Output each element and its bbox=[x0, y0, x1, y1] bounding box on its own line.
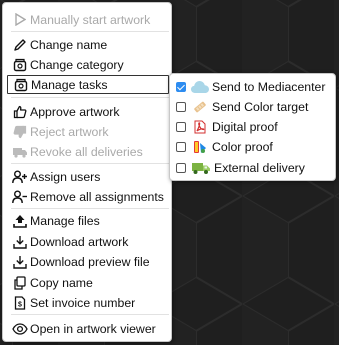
menu-item-label: Remove all assignments bbox=[30, 189, 164, 204]
submenu-item-label: Color proof bbox=[212, 140, 273, 154]
pencil-icon bbox=[11, 37, 28, 53]
send-color-target-checkbox[interactable] bbox=[176, 102, 186, 112]
menu-item-manually-start-artwork[interactable]: Manually start artwork bbox=[7, 10, 169, 29]
revoke-deliveries-icon bbox=[11, 144, 28, 160]
menu-item-change-category[interactable]: Change category bbox=[7, 55, 169, 74]
copy-icon bbox=[11, 275, 28, 291]
submenu-item-label: Send to Mediacenter bbox=[212, 80, 326, 94]
menu-item-label: Download preview file bbox=[30, 254, 150, 269]
cloud-icon bbox=[190, 79, 210, 95]
menu-item-label: Reject artwork bbox=[30, 124, 109, 139]
submenu-item-color-proof[interactable]: Color proof bbox=[176, 138, 332, 156]
tasks-submenu: Send to Mediacenter Send Color target Di… bbox=[169, 73, 336, 181]
menu-item-approve-artwork[interactable]: Approve artwork bbox=[7, 102, 169, 121]
separator bbox=[11, 208, 169, 209]
submenu-item-label: Digital proof bbox=[212, 120, 278, 134]
upload-icon bbox=[11, 213, 28, 229]
submenu-item-digital-proof[interactable]: Digital proof bbox=[176, 118, 332, 136]
send-to-mediacenter-checkbox[interactable] bbox=[176, 82, 186, 92]
invoice-icon: $ bbox=[11, 295, 28, 311]
separator bbox=[11, 163, 169, 164]
menu-item-copy-name[interactable]: Copy name bbox=[7, 273, 169, 292]
user-minus-icon bbox=[11, 189, 28, 205]
separator bbox=[11, 97, 169, 98]
submenu-item-label: External delivery bbox=[214, 161, 305, 175]
menu-item-label: Manually start artwork bbox=[30, 12, 151, 27]
submenu-item-label: Send Color target bbox=[212, 100, 309, 114]
user-plus-icon bbox=[11, 169, 28, 185]
color-proof-icon bbox=[190, 139, 210, 155]
eye-icon bbox=[11, 321, 28, 337]
svg-text:$: $ bbox=[18, 301, 22, 308]
menu-item-assign-users[interactable]: Assign users bbox=[7, 167, 169, 186]
menu-item-open-in-artwork-viewer[interactable]: Open in artwork viewer bbox=[7, 319, 169, 338]
menu-item-manage-files[interactable]: Manage files bbox=[7, 211, 169, 230]
external-delivery-checkbox[interactable] bbox=[176, 163, 186, 173]
color-target-icon bbox=[190, 99, 210, 115]
submenu-item-send-color-target[interactable]: Send Color target bbox=[176, 98, 332, 116]
menu-item-label: Copy name bbox=[30, 275, 93, 290]
menu-item-label: Manage files bbox=[30, 213, 100, 228]
submenu-item-send-to-mediacenter[interactable]: Send to Mediacenter bbox=[176, 78, 332, 96]
menu-item-label: Assign users bbox=[30, 169, 101, 184]
tasks-icon bbox=[12, 77, 29, 93]
menu-item-label: Download artwork bbox=[30, 234, 129, 249]
menu-item-set-invoice-number[interactable]: $ Set invoice number bbox=[7, 293, 169, 312]
menu-item-label: Open in artwork viewer bbox=[30, 321, 156, 336]
separator bbox=[11, 31, 169, 32]
menu-item-change-name[interactable]: Change name bbox=[7, 35, 169, 54]
thumbs-down-icon bbox=[11, 124, 28, 140]
menu-item-reject-artwork[interactable]: Reject artwork bbox=[7, 122, 169, 141]
play-icon bbox=[11, 12, 28, 28]
menu-item-revoke-all-deliveries[interactable]: Revoke all deliveries bbox=[7, 142, 169, 161]
menu-item-download-preview-file[interactable]: Download preview file bbox=[7, 252, 169, 271]
submenu-item-external-delivery[interactable]: External delivery bbox=[176, 159, 332, 177]
context-menu: Manually start artwork Change name Chang… bbox=[2, 2, 172, 342]
menu-item-label: Change name bbox=[30, 37, 108, 52]
menu-item-label: Approve artwork bbox=[30, 104, 120, 119]
color-proof-checkbox[interactable] bbox=[176, 142, 186, 152]
menu-item-manage-tasks[interactable]: Manage tasks bbox=[7, 75, 169, 94]
thumbs-up-icon bbox=[11, 104, 28, 120]
download-preview-icon bbox=[11, 254, 28, 270]
digital-proof-checkbox[interactable] bbox=[176, 122, 186, 132]
download-icon bbox=[11, 234, 28, 250]
menu-item-remove-all-assignments[interactable]: Remove all assignments bbox=[7, 187, 169, 206]
pdf-icon bbox=[190, 119, 210, 135]
menu-item-label: Manage tasks bbox=[31, 77, 108, 92]
menu-item-label: Revoke all deliveries bbox=[30, 144, 143, 159]
separator bbox=[11, 314, 169, 315]
menu-item-label: Set invoice number bbox=[30, 295, 136, 310]
category-icon bbox=[11, 57, 28, 73]
menu-item-label: Change category bbox=[30, 57, 124, 72]
menu-item-download-artwork[interactable]: Download artwork bbox=[7, 232, 169, 251]
truck-icon bbox=[190, 160, 212, 176]
